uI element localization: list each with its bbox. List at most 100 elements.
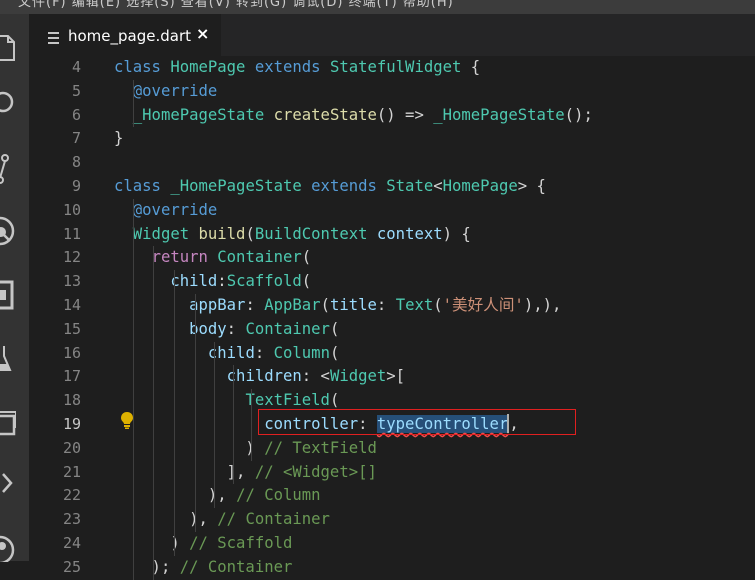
code-token: >[ xyxy=(386,367,406,386)
minimize-button[interactable]: — xyxy=(727,0,735,7)
line-number: 11 xyxy=(62,224,81,243)
menu-items[interactable]: 文件(F) 编辑(E) 选择(S) 查看(V) 转到(G) 调试(D) 终端(T… xyxy=(18,0,454,10)
code-token: child xyxy=(170,272,218,291)
code-token: class xyxy=(114,177,171,195)
code-token: Scaffold xyxy=(226,272,302,291)
tab-home-page-dart[interactable]: home_page.dart × xyxy=(29,14,221,56)
code-token: @override xyxy=(132,81,218,100)
code-token: () => xyxy=(376,105,434,124)
code-token: // Scaffold xyxy=(189,534,293,552)
lightbulb-icon[interactable] xyxy=(120,411,134,433)
line-number: 15 xyxy=(62,319,81,338)
code-token: title xyxy=(329,296,377,314)
code-line[interactable]: class HomePage extends StatefulWidget { xyxy=(114,56,480,79)
line-number: 18 xyxy=(62,391,81,410)
code-token: } xyxy=(114,129,124,148)
code-line[interactable]: Widget build(BuildContext context) { xyxy=(114,223,471,246)
code-line[interactable]: } xyxy=(114,127,123,150)
extensions-icon[interactable] xyxy=(0,278,16,310)
line-number: 25 xyxy=(62,557,81,576)
code-line[interactable]: return Container( xyxy=(114,246,312,269)
code-token: _HomePageState xyxy=(433,105,565,124)
code-token: (); xyxy=(564,105,593,124)
code-token: ( xyxy=(301,248,312,267)
code-token: return xyxy=(151,248,218,267)
code-token: : < xyxy=(301,367,330,386)
code-line[interactable]: ); // Container xyxy=(114,556,293,579)
code-token: ); xyxy=(114,557,180,576)
line-number: 23 xyxy=(62,510,81,529)
close-icon[interactable]: × xyxy=(196,24,209,43)
line-number: 5 xyxy=(71,81,81,100)
code-token: ( xyxy=(433,296,443,314)
code-line[interactable]: ), // Container xyxy=(114,508,330,531)
code-token: // Column xyxy=(236,486,321,505)
line-number: 22 xyxy=(62,486,81,505)
code-token: TextField xyxy=(245,391,330,410)
code-line[interactable]: @override xyxy=(114,80,218,103)
line-number: 14 xyxy=(62,296,81,314)
indent-guide xyxy=(195,294,196,532)
code-line[interactable]: body: Container( xyxy=(114,318,339,341)
code-token: > { xyxy=(517,177,546,195)
code-token: ( xyxy=(320,296,330,314)
code-token: HomePage xyxy=(442,177,518,195)
code-token: createState xyxy=(273,105,377,124)
code-line[interactable]: class _HomePageState extends State<HomeP… xyxy=(114,175,546,198)
code-editor[interactable]: 4 5 6 7 8 9 10 11 12 13 14 15 16 17 18 19 20 21 22 23 24 25 c… xyxy=(29,56,755,580)
code-line[interactable]: _HomePageState createState() => _HomePag… xyxy=(114,104,593,127)
code-token: @override xyxy=(132,200,218,219)
debug-icon[interactable] xyxy=(0,214,16,246)
code-line[interactable]: ), // Column xyxy=(114,484,321,507)
code-token: < xyxy=(433,177,443,195)
explorer-icon[interactable] xyxy=(0,32,16,61)
code-token: HomePage xyxy=(170,58,255,76)
code-token: ( xyxy=(329,319,340,338)
source-control-icon[interactable] xyxy=(0,152,16,184)
account-icon[interactable] xyxy=(0,532,16,562)
code-token: : xyxy=(376,296,396,314)
code-line[interactable]: children: <Widget>[ xyxy=(114,365,405,388)
activity-bar xyxy=(0,14,29,562)
code-line[interactable]: @override xyxy=(114,199,218,222)
chevron-right-icon[interactable] xyxy=(0,468,16,494)
code-token: ( xyxy=(245,224,255,243)
indent-guide xyxy=(214,341,215,509)
search-icon[interactable] xyxy=(0,90,16,116)
line-number: 13 xyxy=(62,272,81,291)
indent-guide xyxy=(153,246,154,580)
code-token: : xyxy=(245,296,265,314)
code-line[interactable]: ) // Scaffold xyxy=(114,532,292,555)
line-number: 6 xyxy=(71,105,81,124)
code-line[interactable]: child: Column( xyxy=(114,342,339,365)
indent-guide xyxy=(133,79,134,128)
code-token: : xyxy=(254,343,274,362)
annotation-highlight-box xyxy=(258,409,576,435)
code-token: children xyxy=(226,367,302,386)
code-token: // <Widget>[] xyxy=(254,462,377,481)
code-token: appBar xyxy=(189,296,246,314)
remote-icon[interactable] xyxy=(0,408,16,436)
code-token: : xyxy=(217,272,227,291)
menu-bar: 文件(F) 编辑(E) 选择(S) 查看(V) 转到(G) 调试(D) 终端(T… xyxy=(0,0,755,14)
code-token: StatefulWidget xyxy=(329,58,471,76)
code-token: Widget xyxy=(132,224,199,243)
line-number: 21 xyxy=(62,462,81,481)
code-token: : xyxy=(226,319,246,338)
code-token: Text xyxy=(395,296,434,314)
test-icon[interactable] xyxy=(0,342,16,371)
code-line[interactable]: appBar: AppBar(title: Text('美好人间'),), xyxy=(114,294,561,317)
code-line[interactable]: child:Scaffold( xyxy=(114,270,311,293)
line-number: 4 xyxy=(71,58,81,76)
code-token: extends xyxy=(254,58,330,76)
code-token: ) xyxy=(114,438,265,457)
code-token: ( xyxy=(301,272,312,291)
code-token: State xyxy=(386,177,434,195)
code-token: context xyxy=(376,224,443,243)
file-lines-icon xyxy=(48,29,59,48)
tab-label: home_page.dart xyxy=(68,27,192,45)
